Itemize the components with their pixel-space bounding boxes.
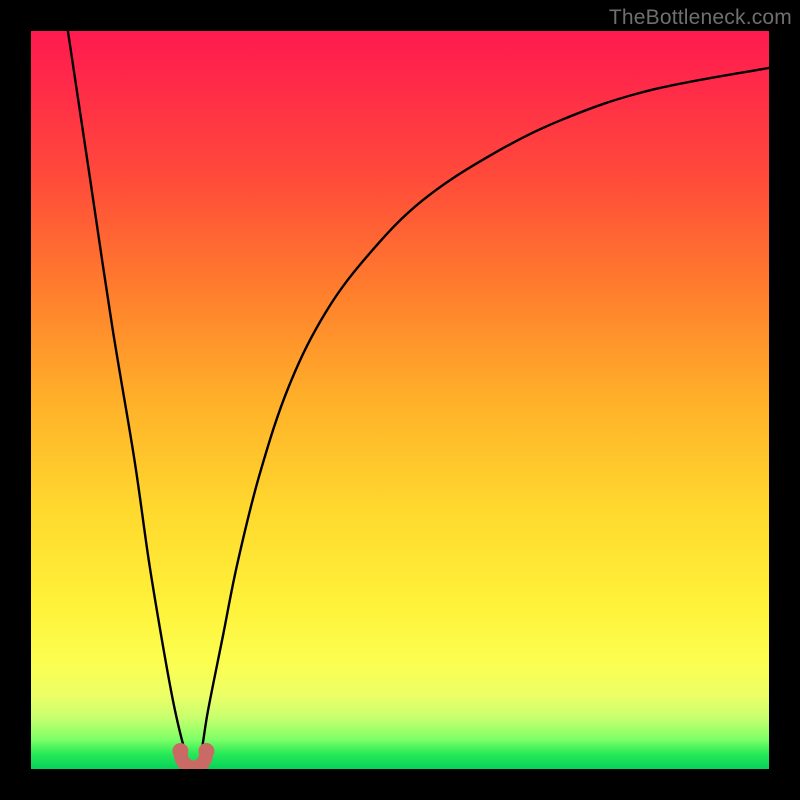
bottleneck-curve bbox=[68, 31, 769, 769]
watermark-text: TheBottleneck.com bbox=[609, 6, 792, 30]
plot-area bbox=[31, 31, 769, 769]
curve-layer bbox=[31, 31, 769, 769]
min-marker bbox=[172, 743, 214, 768]
